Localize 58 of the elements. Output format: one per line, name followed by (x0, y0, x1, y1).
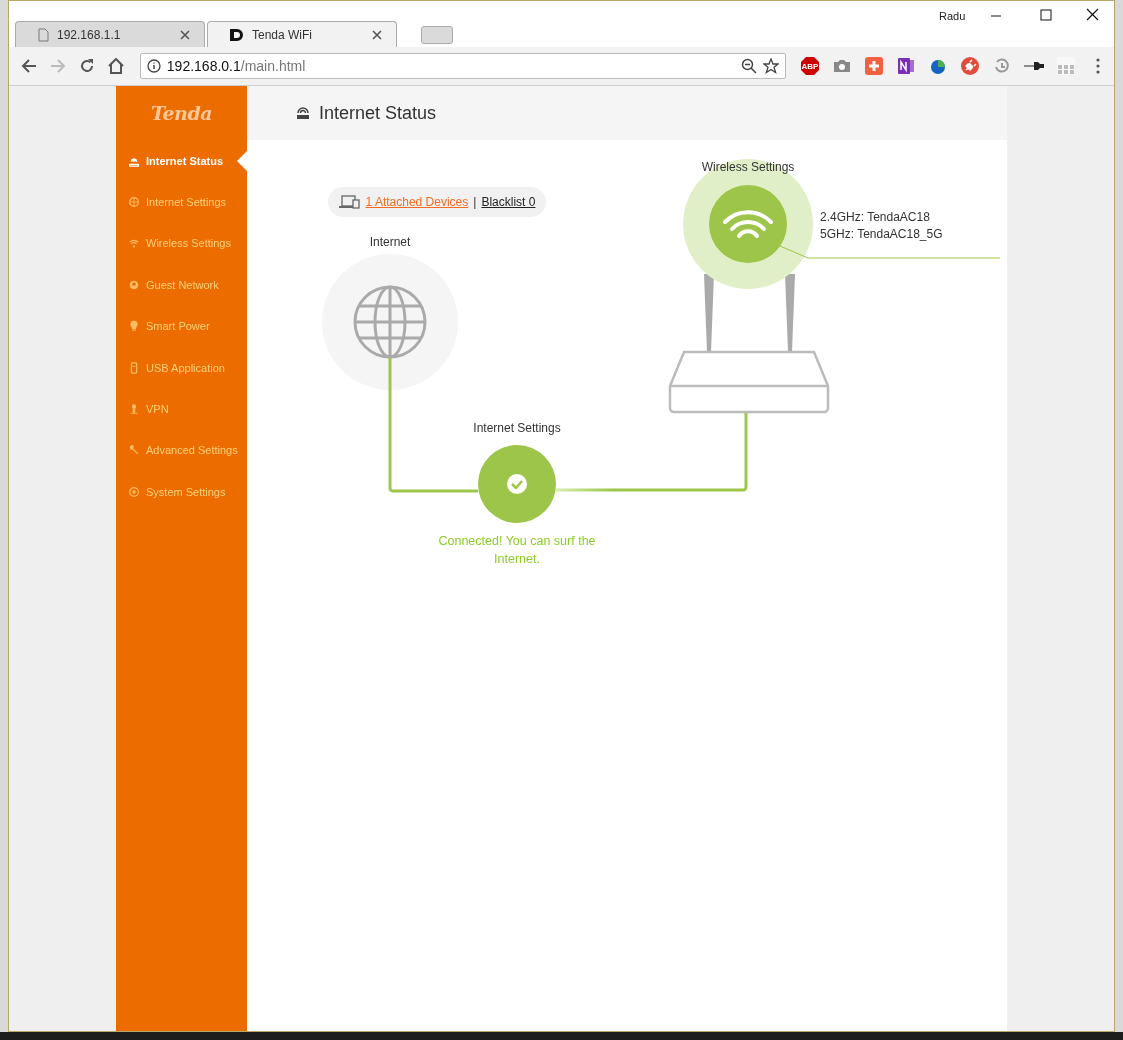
profile-name[interactable]: Radu (939, 10, 966, 22)
separator: | (473, 195, 477, 209)
sidebar-item[interactable]: System Settings (116, 471, 247, 513)
address-bar[interactable]: 192.168.0.1/main.html (139, 53, 786, 79)
sidebar-item[interactable]: Guest Network (116, 264, 247, 306)
internet-label: Internet (369, 235, 411, 249)
sidebar-item[interactable]: Advanced Settings (116, 429, 247, 472)
devices-icon (338, 195, 361, 209)
sidebar-item[interactable]: VPN (116, 388, 247, 430)
menu-icon[interactable] (1096, 58, 1100, 74)
back-icon[interactable] (20, 58, 37, 74)
sidebar-item[interactable]: USB Application (116, 346, 247, 389)
router-icon (295, 105, 311, 121)
close-tab-icon[interactable] (180, 29, 190, 40)
internet-settings-label[interactable]: Internet Settings (473, 421, 561, 435)
browser-tab[interactable]: Tenda WiFi (207, 21, 397, 47)
notebook-icon[interactable] (897, 57, 915, 75)
home-icon[interactable] (107, 58, 126, 74)
connection-status-message: Connected! You can surf the Internet. (437, 533, 597, 568)
attached-devices-link[interactable]: 1 Attached Devices (365, 195, 469, 209)
star-icon[interactable] (763, 58, 779, 74)
close-tab-icon[interactable] (372, 29, 382, 40)
page-icon (38, 27, 49, 42)
pie-chart-icon[interactable] (929, 57, 947, 75)
bulb-icon (128, 320, 140, 333)
plug-icon[interactable] (961, 57, 979, 75)
maximize-icon[interactable] (1039, 7, 1053, 21)
usb-icon (128, 361, 140, 374)
zoom-out-icon[interactable] (741, 58, 757, 74)
wifi-icon (723, 210, 773, 238)
blacklist-link[interactable]: Blacklist 0 (481, 195, 536, 209)
page-title: Internet Status (319, 102, 437, 124)
globe-icon (128, 196, 140, 209)
sidebar-item[interactable]: Internet Settings (116, 181, 247, 223)
sidebar-item[interactable]: Internet Status (116, 140, 247, 182)
wifi-icon (128, 237, 140, 250)
check-icon (507, 474, 527, 494)
pin-icon[interactable] (1023, 60, 1045, 72)
ssid-text: 2.4GHz: TendaAC18 (820, 210, 931, 224)
reload-icon[interactable] (79, 58, 95, 74)
adblock-icon[interactable]: ABP (798, 54, 822, 78)
sidebar-item[interactable]: Wireless Settings (116, 222, 247, 265)
browser-tab[interactable]: 192.168.1.1 (15, 21, 205, 47)
sidebar-item[interactable]: Smart Power (116, 305, 247, 347)
wrench-icon (128, 444, 140, 457)
person-icon (128, 403, 140, 416)
camera-icon[interactable] (833, 59, 851, 73)
wireless-settings-label[interactable]: Wireless Settings (701, 160, 795, 174)
plus-icon[interactable] (865, 57, 883, 75)
gear-icon (128, 485, 140, 498)
ssid-text: 5GHz: TendaAC18_5G (820, 227, 943, 241)
brand-logo: Tenda (151, 102, 212, 124)
globe-icon (353, 285, 427, 359)
site-logo-icon (230, 28, 244, 41)
close-icon[interactable] (1085, 7, 1099, 21)
history-icon[interactable] (993, 57, 1011, 75)
guest-icon (128, 278, 140, 291)
info-icon[interactable] (146, 59, 161, 73)
